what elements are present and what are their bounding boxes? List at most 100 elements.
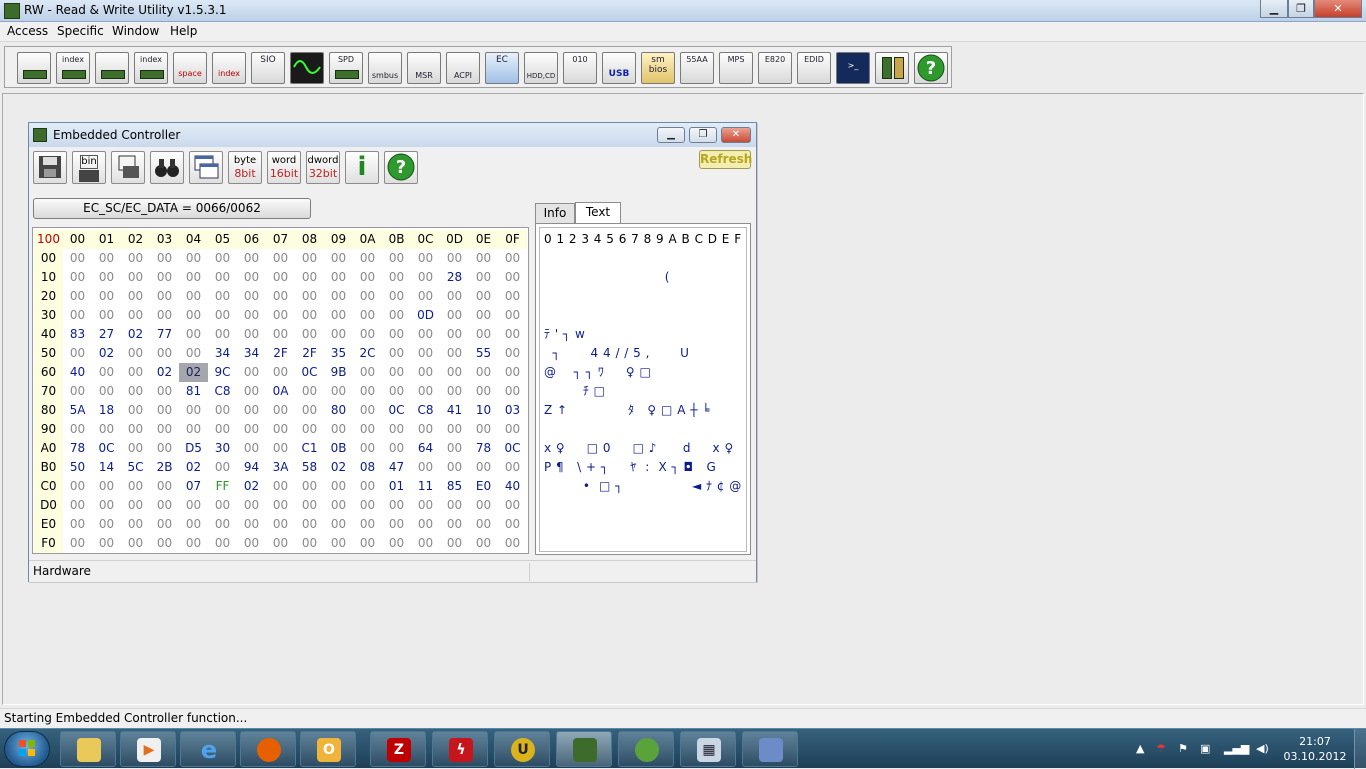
show-desktop-button[interactable] <box>1354 729 1366 769</box>
hex-cell[interactable]: 2F <box>295 344 324 363</box>
hex-cell[interactable]: 00 <box>324 325 353 344</box>
word-16bit-button[interactable]: word 16bit <box>267 151 301 184</box>
hex-cell[interactable]: 00 <box>295 287 324 306</box>
hex-cell[interactable]: 50 <box>63 458 92 477</box>
menu-specific[interactable]: Specific <box>57 24 104 38</box>
acpi-button[interactable]: ACPI <box>446 52 480 84</box>
hex-cell[interactable]: 03 <box>498 401 527 420</box>
hex-cell[interactable]: 00 <box>208 420 237 439</box>
hex-cell[interactable]: 00 <box>498 306 527 325</box>
hex-cell[interactable]: 00 <box>411 344 440 363</box>
command-button[interactable]: >_ <box>836 52 870 84</box>
hex-cell[interactable]: 00 <box>469 249 498 268</box>
hex-cell[interactable]: 00 <box>324 306 353 325</box>
hex-cell[interactable]: 00 <box>63 420 92 439</box>
hex-cell[interactable]: 00 <box>92 363 121 382</box>
hex-cell[interactable]: 00 <box>121 249 150 268</box>
hex-cell[interactable]: 01 <box>382 477 411 496</box>
hex-cell[interactable]: 64 <box>411 439 440 458</box>
hex-cell[interactable]: 00 <box>295 496 324 515</box>
hex-cell[interactable]: 00 <box>121 344 150 363</box>
taskbar-outlook[interactable]: O <box>300 731 356 767</box>
raw-file-button[interactable]: 010 <box>563 52 597 84</box>
hex-cell[interactable]: 00 <box>324 268 353 287</box>
hex-cell[interactable]: 00 <box>208 515 237 534</box>
hex-cell[interactable]: 00 <box>382 420 411 439</box>
hex-cell[interactable]: 00 <box>440 287 469 306</box>
hex-cell[interactable]: 80 <box>324 401 353 420</box>
hex-cell[interactable]: 83 <box>63 325 92 344</box>
hex-cell[interactable]: 00 <box>208 496 237 515</box>
hex-cell[interactable]: 00 <box>150 515 179 534</box>
hex-cell[interactable]: 00 <box>121 306 150 325</box>
hex-cell[interactable]: 00 <box>353 515 382 534</box>
hex-cell[interactable]: 00 <box>411 534 440 553</box>
hex-cell[interactable]: 00 <box>353 363 382 382</box>
hex-cell[interactable]: 00 <box>469 363 498 382</box>
hex-cell[interactable]: 00 <box>382 344 411 363</box>
taskbar-cleaner[interactable] <box>742 731 798 767</box>
hex-cell[interactable]: 00 <box>121 534 150 553</box>
hex-cell[interactable]: 0C <box>382 401 411 420</box>
hex-cell[interactable]: 00 <box>469 458 498 477</box>
hex-cell[interactable]: 5C <box>121 458 150 477</box>
hex-cell[interactable]: 00 <box>63 534 92 553</box>
hex-cell[interactable]: 00 <box>121 382 150 401</box>
hex-cell[interactable]: 00 <box>498 382 527 401</box>
hex-cell[interactable]: 9B <box>324 363 353 382</box>
hex-cell[interactable]: E0 <box>469 477 498 496</box>
tab-text[interactable]: Text <box>575 202 621 224</box>
hex-cell[interactable]: 00 <box>150 287 179 306</box>
hex-cell[interactable]: 00 <box>353 306 382 325</box>
hex-cell[interactable]: 00 <box>382 325 411 344</box>
hex-cell[interactable]: 00 <box>266 420 295 439</box>
hex-cell[interactable]: 00 <box>179 515 208 534</box>
hex-cell[interactable]: 78 <box>469 439 498 458</box>
hex-cell[interactable]: 00 <box>121 496 150 515</box>
minimize-button[interactable]: ▁ <box>1260 0 1288 18</box>
hex-cell[interactable]: 00 <box>266 287 295 306</box>
save-button[interactable] <box>33 151 67 184</box>
hex-cell[interactable]: 85 <box>440 477 469 496</box>
hex-cell[interactable]: 30 <box>208 439 237 458</box>
hex-cell[interactable]: 02 <box>324 458 353 477</box>
hex-cell[interactable]: 00 <box>266 534 295 553</box>
hex-cell[interactable]: 0C <box>92 439 121 458</box>
hex-cell[interactable]: 00 <box>295 325 324 344</box>
hex-cell[interactable]: 00 <box>266 249 295 268</box>
hex-cell[interactable]: 00 <box>353 401 382 420</box>
hex-cell[interactable]: 08 <box>353 458 382 477</box>
hex-cell[interactable]: 00 <box>295 268 324 287</box>
hex-cell[interactable]: 00 <box>237 515 266 534</box>
hex-cell[interactable]: 00 <box>92 515 121 534</box>
hex-cell[interactable]: 00 <box>63 382 92 401</box>
hex-cell[interactable]: 00 <box>237 496 266 515</box>
hex-cell[interactable]: 00 <box>469 515 498 534</box>
hex-cell[interactable]: 00 <box>179 325 208 344</box>
network-signal-icon[interactable]: ▂▄▆ <box>1224 742 1249 755</box>
hex-cell[interactable]: 00 <box>92 287 121 306</box>
hex-cell[interactable]: 00 <box>382 287 411 306</box>
hex-cell[interactable]: 00 <box>179 344 208 363</box>
sio-button[interactable]: SIO <box>251 52 285 84</box>
taskbar-ultraedit[interactable]: U <box>494 731 550 767</box>
taskbar-flash[interactable]: ϟ <box>432 731 488 767</box>
hex-cell[interactable]: 00 <box>237 306 266 325</box>
hex-cell[interactable]: 14 <box>92 458 121 477</box>
hex-cell[interactable]: 35 <box>324 344 353 363</box>
taskbar-explorer[interactable] <box>60 731 116 767</box>
memory-button[interactable] <box>95 52 129 84</box>
save-binary-button[interactable]: bin <box>72 151 106 184</box>
hex-cell[interactable]: 94 <box>237 458 266 477</box>
hex-cell[interactable]: 00 <box>324 496 353 515</box>
hex-cell[interactable]: 00 <box>150 534 179 553</box>
hex-cell[interactable]: 00 <box>295 249 324 268</box>
hex-cell[interactable]: 00 <box>266 515 295 534</box>
hex-cell[interactable]: 00 <box>295 420 324 439</box>
menu-help[interactable]: Help <box>170 24 197 38</box>
hex-cell[interactable]: 00 <box>237 325 266 344</box>
hex-cell[interactable]: 00 <box>92 268 121 287</box>
hex-cell[interactable]: 00 <box>411 325 440 344</box>
hex-cell[interactable]: 00 <box>324 477 353 496</box>
refresh-button[interactable]: Refresh <box>699 150 752 169</box>
